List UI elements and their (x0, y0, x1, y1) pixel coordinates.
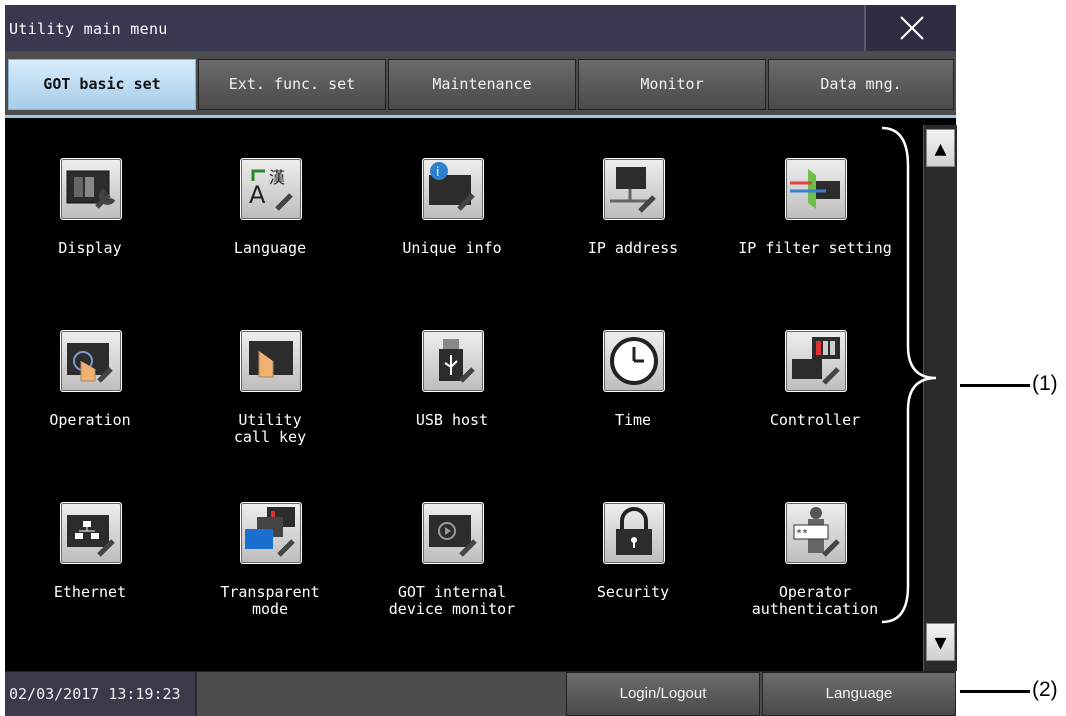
got-screen: Utility main menu GOT basic set Ext. fun… (5, 5, 957, 716)
operation-icon (60, 330, 122, 392)
menu-item-ip-filter-setting[interactable]: IP filter setting (730, 158, 900, 308)
close-icon (900, 16, 924, 40)
menu-item-label: Time (614, 411, 652, 429)
menu-item-unique-info[interactable]: i Unique info (367, 158, 537, 308)
menu-item-label: IP filter setting (738, 239, 892, 257)
padlock-icon (603, 502, 665, 564)
transparent-mode-icon (240, 502, 302, 564)
menu-item-usb-host[interactable]: USB host (367, 330, 537, 480)
menu-item-controller[interactable]: Controller (730, 330, 900, 480)
menu-item-label: Language (233, 239, 307, 257)
tab-maintenance[interactable]: Maintenance (388, 59, 576, 110)
ip-address-icon (603, 158, 665, 220)
operator-auth-icon: ** (785, 502, 847, 564)
menu-item-language[interactable]: A漢 Language (185, 158, 355, 308)
menu-item-label: USB host (415, 411, 489, 429)
display-icon (60, 158, 122, 220)
ethernet-icon (60, 502, 122, 564)
callout-line-2 (960, 690, 1030, 693)
login-logout-button[interactable]: Login/Logout (566, 672, 760, 716)
tab-got-basic-set[interactable]: GOT basic set (8, 59, 196, 110)
callout-label-2: (2) (1032, 678, 1058, 701)
datetime-display: 02/03/2017 13:19:23 (5, 672, 197, 716)
clock-icon (603, 330, 665, 392)
menu-item-operation[interactable]: Operation (5, 330, 175, 480)
menu-item-label: Transparent mode (220, 583, 320, 618)
menu-item-label: Operator authentication (751, 583, 879, 618)
svg-text:i: i (436, 165, 439, 179)
menu-item-ip-address[interactable]: IP address (548, 158, 718, 308)
menu-item-transparent-mode[interactable]: Transparent mode (185, 502, 355, 652)
language-icon: A漢 (240, 158, 302, 220)
menu-item-label: Ethernet (53, 583, 127, 601)
menu-item-label: Utility call key (233, 411, 307, 446)
scroll-down-arrow-icon: ▼ (934, 630, 947, 654)
tab-ext-func-set[interactable]: Ext. func. set (198, 59, 386, 110)
menu-item-label: Display (58, 239, 122, 257)
status-bar: 02/03/2017 13:19:23 Login/Logout Languag… (5, 671, 956, 716)
tab-bar: GOT basic set Ext. func. set Maintenance… (5, 51, 956, 117)
tab-data-mng[interactable]: Data mng. (768, 59, 954, 110)
svg-text:漢: 漢 (269, 168, 285, 187)
window-title: Utility main menu (9, 20, 168, 38)
menu-item-label: Controller (769, 411, 861, 429)
language-button[interactable]: Language (762, 672, 956, 716)
controller-icon (785, 330, 847, 392)
menu-item-label: GOT internal device monitor (388, 583, 516, 618)
utility-call-key-icon (240, 330, 302, 392)
menu-item-got-internal-device-monitor[interactable]: GOT internal device monitor (367, 502, 537, 652)
menu-item-utility-call-key[interactable]: Utility call key (185, 330, 355, 480)
menu-item-label: Security (596, 583, 670, 601)
menu-item-operator-authentication[interactable]: ** Operator authentication (730, 502, 900, 652)
menu-item-ethernet[interactable]: Ethernet (5, 502, 175, 652)
callout-brace (881, 126, 937, 624)
usb-host-icon (422, 330, 484, 392)
device-monitor-icon (422, 502, 484, 564)
callout-label-1: (1) (1032, 372, 1058, 395)
ip-filter-icon (785, 158, 847, 220)
callout-line-1 (960, 384, 1030, 387)
menu-item-time[interactable]: Time (548, 330, 718, 480)
menu-item-label: IP address (587, 239, 679, 257)
menu-item-display[interactable]: Display (5, 158, 175, 308)
menu-item-security[interactable]: Security (548, 502, 718, 652)
menu-item-label: Unique info (402, 239, 502, 257)
svg-text:**: ** (796, 528, 808, 539)
menu-grid: Display A漢 Language i Unique info IP add… (5, 118, 956, 671)
svg-text:A: A (249, 181, 266, 209)
unique-info-icon: i (422, 158, 484, 220)
menu-item-label: Operation (49, 411, 131, 429)
close-button[interactable] (864, 5, 956, 51)
tab-monitor[interactable]: Monitor (578, 59, 766, 110)
title-bar: Utility main menu (5, 5, 956, 52)
scroll-down-button[interactable]: ▼ (926, 623, 955, 661)
